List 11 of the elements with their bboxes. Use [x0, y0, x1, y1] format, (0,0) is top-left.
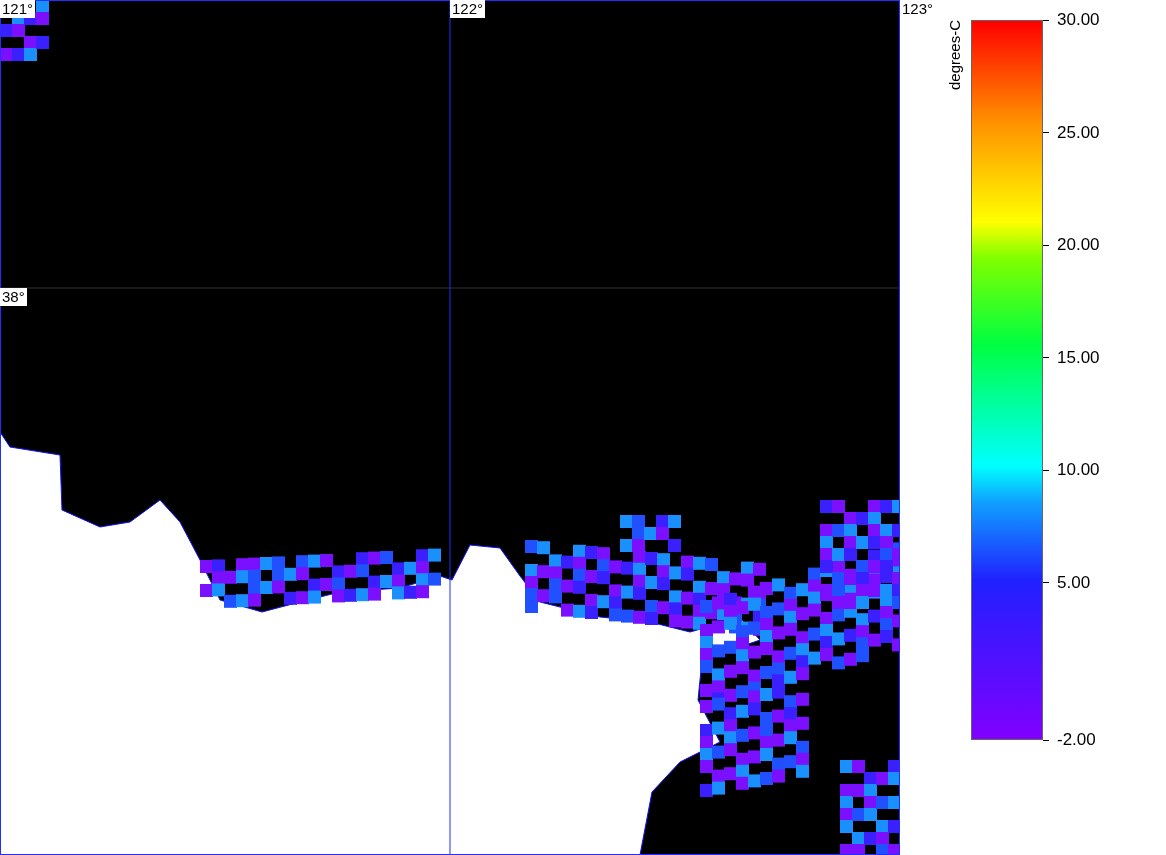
tick-label: 5.00 — [1057, 572, 1091, 593]
tick-label: 10.00 — [1057, 460, 1100, 480]
tick-label: 20.00 — [1057, 235, 1100, 255]
latitude-label: 38° — [0, 288, 27, 306]
tick-label: 15.00 — [1057, 347, 1100, 368]
tick-label: -2.00 — [1057, 730, 1096, 750]
tick-label: 25.00 — [1057, 122, 1100, 143]
longitude-label: 121° — [0, 0, 36, 18]
tick-label: 30.00 — [1057, 10, 1100, 30]
unit-label: degrees-C — [946, 20, 963, 91]
longitude-label: 122° — [450, 0, 486, 18]
